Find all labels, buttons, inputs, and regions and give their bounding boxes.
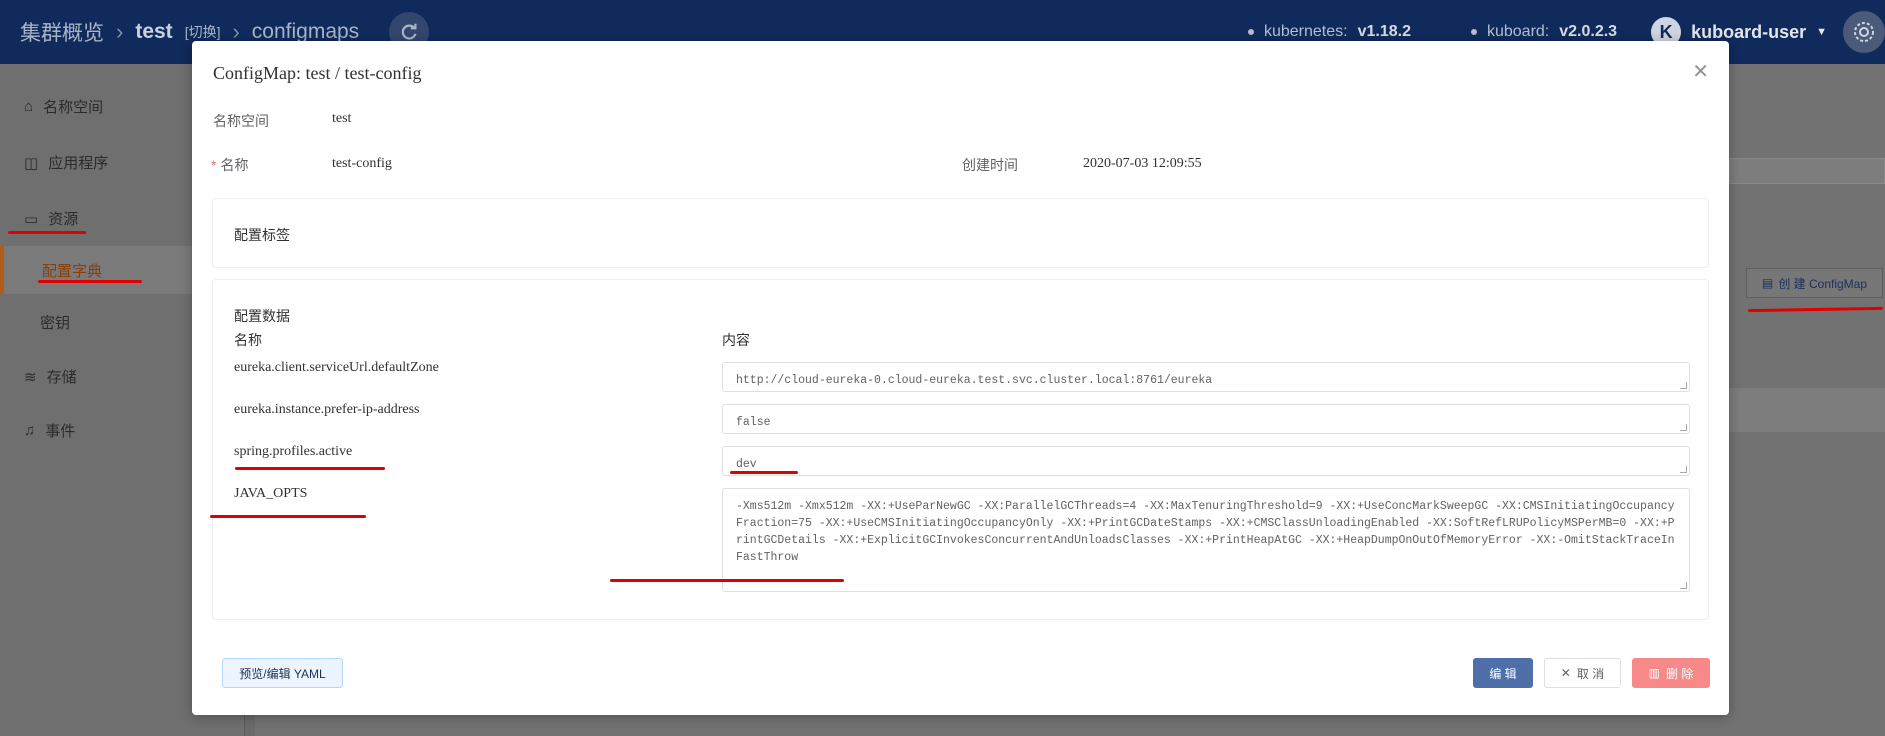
labels-card: 配置标签 — [212, 198, 1709, 268]
data-section-title: 配置数据 — [234, 308, 290, 324]
data-value-field[interactable]: -Xms512m -Xmx512m -XX:+UseParNewGC -XX:P… — [722, 488, 1690, 592]
create-configmap-button[interactable]: ▤ 创 建 ConfigMap — [1746, 268, 1883, 298]
sidebar-item-label: 密钥 — [40, 315, 71, 332]
name-value: test-config — [332, 156, 392, 171]
kubernetes-version: v1.18.2 — [1357, 23, 1411, 40]
table-header — [1729, 388, 1885, 432]
data-key: spring.profiles.active — [234, 444, 353, 459]
annotation-underline — [610, 579, 844, 582]
breadcrumb-cluster-overview[interactable]: 集群概览 — [20, 17, 104, 47]
cancel-button[interactable]: ✕ 取 消 — [1544, 658, 1621, 688]
sidebar-item-events[interactable]: ♫ 事件 — [24, 420, 75, 441]
sidebar-item-label: 名称空间 — [43, 99, 104, 116]
data-value-field[interactable]: dev — [722, 446, 1690, 476]
home-icon: ⌂ — [24, 98, 34, 115]
breadcrumb-namespace[interactable]: test — [135, 20, 172, 44]
storage-icon: ≋ — [24, 368, 37, 386]
chevron-down-icon[interactable]: ▼ — [1816, 26, 1827, 38]
created-value: 2020-07-03 12:09:55 — [1083, 156, 1202, 171]
data-value-text: dev — [736, 458, 757, 471]
sidebar-item-secrets[interactable]: 密钥 — [40, 312, 70, 333]
data-key: eureka.client.serviceUrl.defaultZone — [234, 360, 439, 375]
close-icon[interactable]: ✕ — [1692, 59, 1709, 84]
breadcrumb-separator: › — [116, 19, 124, 44]
bell-icon: ♫ — [24, 422, 36, 439]
dialog-title: ConfigMap: test / test-config — [213, 63, 422, 83]
annotation-underline — [38, 280, 142, 283]
data-key: JAVA_OPTS — [234, 486, 308, 501]
user-menu[interactable]: kuboard-user — [1691, 22, 1806, 43]
labels-section-title: 配置标签 — [234, 227, 290, 243]
required-mark: * — [211, 157, 217, 173]
column-content-header: 内容 — [722, 332, 750, 348]
kuboard-version: v2.0.2.3 — [1559, 23, 1618, 40]
trash-icon: ▥ — [1648, 666, 1660, 680]
created-label: 创建时间 — [962, 157, 1018, 173]
sidebar-item-storage[interactable]: ≋ 存储 — [24, 366, 77, 387]
sidebar-item-resources[interactable]: ▭ 资源 — [24, 208, 78, 229]
edit-button[interactable]: 编 辑 — [1473, 658, 1533, 688]
kubernetes-label: kubernetes: — [1263, 23, 1348, 40]
switch-namespace-link[interactable]: [切换] — [185, 22, 221, 42]
resource-icon: ▭ — [24, 210, 39, 228]
data-value-field[interactable]: false — [722, 404, 1690, 434]
sidebar-item-label: 存储 — [46, 369, 77, 386]
name-label: * 名称 — [211, 155, 248, 175]
sidebar-item-applications[interactable]: ◫ 应用程序 — [24, 152, 108, 173]
data-card: 配置数据 名称 内容 eureka.client.serviceUrl.defa… — [212, 279, 1709, 620]
app-icon: ◫ — [24, 154, 39, 172]
sidebar-item-label: 应用程序 — [48, 155, 109, 172]
sidebar-item-label: 配置字典 — [42, 262, 103, 280]
configmap-dialog: ConfigMap: test / test-config ✕ 名称空间 tes… — [192, 41, 1729, 715]
annotation-underline — [210, 515, 366, 518]
delete-button[interactable]: ▥ 删 除 — [1632, 658, 1710, 688]
column-name-header: 名称 — [234, 332, 262, 348]
create-configmap-label: 创 建 ConfigMap — [1778, 276, 1868, 291]
document-icon: ▤ — [1761, 276, 1774, 290]
gear-icon[interactable] — [1843, 11, 1885, 53]
annotation-underline — [8, 231, 86, 234]
bullet-icon — [1247, 29, 1254, 35]
annotation-underline — [235, 467, 385, 470]
sidebar-item-label: 事件 — [45, 423, 76, 440]
resize-handle-icon[interactable] — [1680, 424, 1687, 431]
data-value-text: http://cloud-eureka-0.cloud-eureka.test.… — [736, 374, 1213, 387]
close-icon: ✕ — [1560, 666, 1571, 680]
name-label-text: 名称 — [220, 157, 249, 173]
sidebar-item-label: 资源 — [48, 211, 79, 228]
data-key: eureka.instance.prefer-ip-address — [234, 402, 420, 417]
resize-handle-icon[interactable] — [1680, 466, 1687, 473]
resize-handle-icon[interactable] — [1680, 582, 1687, 589]
resize-handle-icon[interactable] — [1680, 382, 1687, 389]
delete-label: 删 除 — [1666, 666, 1694, 681]
data-value-text: false — [736, 416, 771, 429]
sidebar-item-namespace[interactable]: ⌂ 名称空间 — [24, 96, 103, 117]
bullet-icon — [1470, 29, 1477, 35]
kuboard-label: kuboard: — [1486, 23, 1550, 40]
annotation-underline — [730, 471, 798, 474]
namespace-label: 名称空间 — [213, 113, 269, 129]
cancel-label: 取 消 — [1576, 666, 1605, 681]
filter-input — [1729, 158, 1885, 184]
preview-yaml-button[interactable]: 预览/编辑 YAML — [222, 658, 343, 688]
data-value-field[interactable]: http://cloud-eureka-0.cloud-eureka.test.… — [722, 362, 1690, 392]
data-value-text: -Xms512m -Xmx512m -XX:+UseParNewGC -XX:P… — [736, 500, 1675, 564]
namespace-value: test — [332, 111, 352, 126]
